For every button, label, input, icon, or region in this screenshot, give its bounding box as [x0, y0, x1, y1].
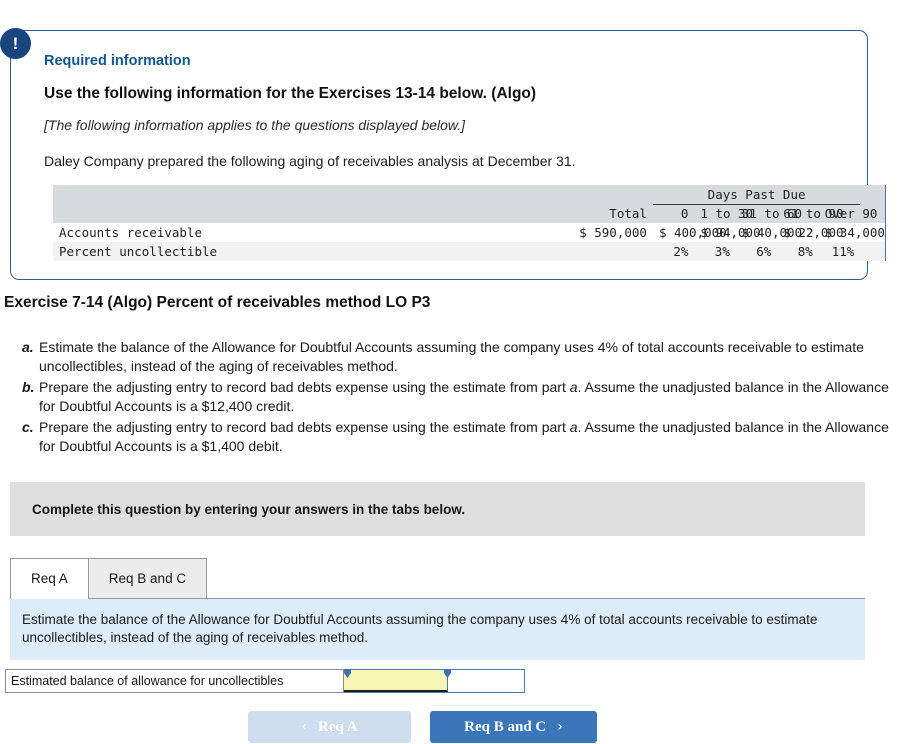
requirement-a: a. Estimate the balance of the Allowance… [22, 338, 907, 376]
estimated-balance-cell[interactable] [344, 669, 451, 692]
next-button-label: Req B and C [464, 718, 547, 735]
pct-1-to-30: 3% [714, 244, 730, 259]
requirement-b-emphasis: a [569, 379, 578, 395]
requirements-list: a. Estimate the balance of the Allowance… [0, 338, 915, 456]
ar-0: $ 400,000 [658, 225, 727, 240]
answer-row-label: Estimated balance of allowance for uncol… [5, 669, 344, 693]
complete-question-banner: Complete this question by entering your … [10, 482, 865, 536]
answer-entry-row: Estimated balance of allowance for uncol… [5, 669, 525, 693]
tab-instruction-text: Estimate the balance of the Allowance fo… [22, 612, 818, 645]
applies-note: [The following information applies to th… [44, 117, 466, 133]
requirement-b-text-part1: Prepare the adjusting entry to record ba… [39, 379, 570, 395]
pct-0: 2% [673, 244, 689, 259]
column-header-61-to-90: 61 to 90 [783, 206, 844, 222]
column-header-blank [53, 204, 446, 223]
column-header-0: 0 [680, 206, 689, 222]
table-right-edge [860, 242, 887, 261]
tab-req-a[interactable]: Req A [10, 558, 89, 599]
required-information-section: Required information Use the following i… [0, 28, 915, 280]
requirement-c-text-part1: Prepare the adjusting entry to record ba… [39, 419, 570, 435]
pct-total [446, 242, 653, 261]
requirement-c: c. Prepare the adjusting entry to record… [22, 418, 907, 456]
exercise-range-heading: Use the following information for the Ex… [44, 85, 537, 102]
answer-cell-group [344, 669, 525, 693]
row-label-percent-uncollectible: Percent uncollectible [59, 244, 218, 259]
row-label-accounts-receivable: Accounts receivable [59, 225, 202, 240]
answer-blank-cell[interactable] [448, 670, 524, 692]
ar-1-to-30: $ 94,000 [700, 225, 761, 240]
pct-31-to-60: 6% [756, 244, 772, 259]
estimated-balance-input[interactable] [344, 670, 447, 690]
ar-over-90: $ 34,000 [824, 225, 885, 240]
requirement-a-text: Estimate the balance of the Allowance fo… [39, 339, 864, 374]
column-header-over-90: Over 90 [824, 206, 878, 222]
required-information-panel: Required information Use the following i… [10, 30, 887, 280]
pct-over-90: 11% [831, 244, 855, 259]
prev-button-label: Req A [318, 718, 358, 735]
table-column-header-row: Total 0 1 to 30 31 to 60 61 to 90 Over 9… [53, 204, 887, 223]
tab-instruction-panel: Estimate the balance of the Allowance fo… [10, 599, 865, 660]
requirement-c-emphasis: a [569, 419, 578, 435]
days-past-due-header: Days Past Due [652, 185, 861, 205]
aging-analysis-intro: Daley Company prepared the following agi… [44, 153, 576, 169]
complete-question-text: Complete this question by entering your … [32, 501, 466, 517]
next-req-b-and-c-button[interactable]: Req B and C › [430, 711, 597, 743]
prev-req-a-button[interactable]: ‹ Req A [248, 711, 411, 743]
requirement-b: b. Prepare the adjusting entry to record… [22, 378, 907, 416]
chevron-right-icon: › [557, 719, 563, 735]
chevron-left-icon: ‹ [301, 719, 307, 735]
column-header-1-to-30: 1 to 30 [700, 206, 754, 222]
requirement-tabs: Req A Req B and C [10, 558, 865, 599]
tab-req-b-and-c[interactable]: Req B and C [87, 558, 208, 598]
table-group-header-row: Days Past Due [53, 185, 887, 205]
group-header-spacer [53, 185, 446, 204]
requirement-c-letter: c. [22, 419, 34, 435]
ar-61-to-90: $ 22,000 [783, 225, 844, 240]
aging-of-receivables-table: Days Past Due Total 0 1 to 30 31 to 60 6… [53, 185, 887, 261]
navigation-button-group: ‹ Req A Req B and C › [0, 711, 915, 743]
group-header-spacer-total [446, 185, 653, 204]
exclamation-icon: ! [0, 28, 31, 59]
table-row: Accounts receivable $ 590,000 $ 400,000 … [53, 223, 887, 242]
ar-total: $ 590,000 [579, 225, 647, 240]
page-title: Exercise 7-14 (Algo) Percent of receivab… [4, 294, 431, 311]
table-row: Percent uncollectible 2% 3% 6% 8% 11% [53, 242, 887, 261]
required-information-label: Required information [44, 53, 191, 69]
pct-61-to-90: 8% [797, 244, 813, 259]
column-header-31-to-60: 31 to 60 [741, 206, 803, 222]
requirement-a-letter: a. [22, 339, 34, 355]
column-header-total: Total [609, 206, 647, 221]
table-right-edge [860, 185, 887, 204]
ar-31-to-60: $ 40,000 [741, 225, 803, 240]
requirement-b-letter: b. [22, 379, 35, 395]
